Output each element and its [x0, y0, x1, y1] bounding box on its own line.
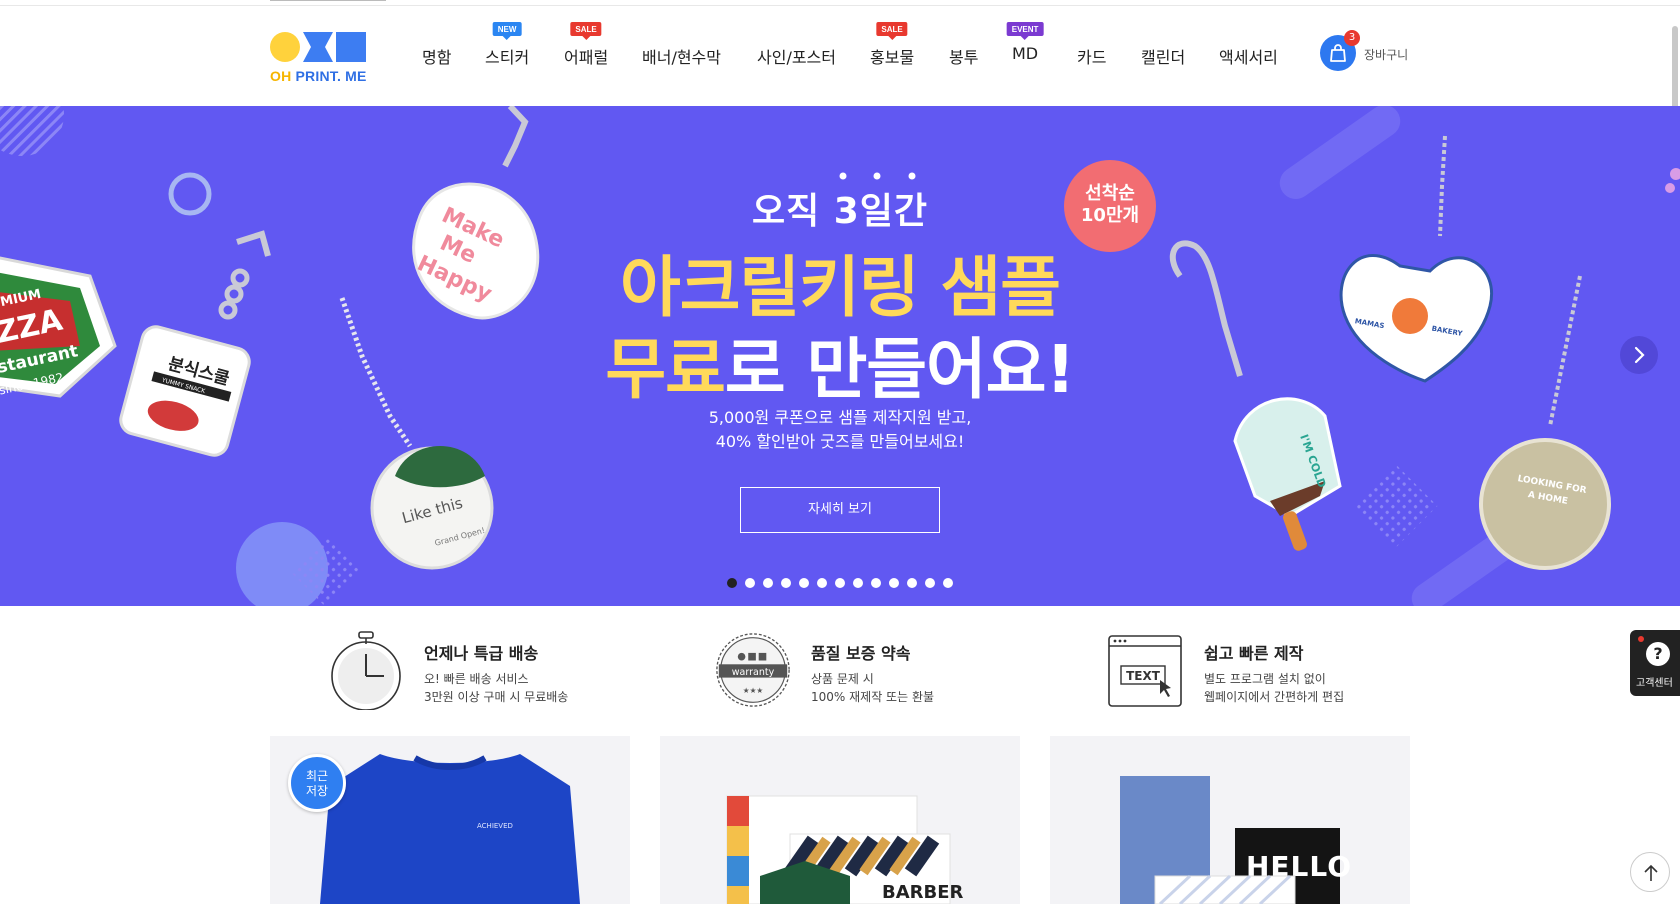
ohprintme-logo[interactable]: OH PRINT. ME	[270, 26, 378, 86]
nav-item-sign-poster[interactable]: 사인/포스터	[757, 44, 836, 68]
slide-dot[interactable]	[871, 578, 881, 588]
arrow-up-icon	[1644, 864, 1658, 881]
slide-dot[interactable]	[817, 578, 827, 588]
business-cards-image: BARBER	[726, 795, 964, 904]
logo-circle-shape	[270, 32, 300, 62]
cart-label: 장바구니	[1364, 48, 1409, 62]
slide-dot[interactable]	[925, 578, 935, 588]
site-header: OH PRINT. ME 명함 NEW 스티커 SALE 어패럴 배너/현수막 …	[0, 6, 1680, 106]
feature-quality-guarantee: warranty ★★★ 품질 보증 약속 상품 문제 시 100% 재제작 또…	[715, 630, 1015, 710]
stopwatch-icon	[331, 631, 401, 710]
hero-description-line1: 5,000원 쿠폰으로 샘플 제작지원 받고,	[708, 408, 972, 427]
slide-dot[interactable]	[745, 578, 755, 588]
feature-line1: 오! 빠른 배송 서비스	[424, 672, 529, 686]
hero-title-rest: 로 만들어요!	[724, 331, 1076, 408]
notification-dot	[1638, 636, 1644, 642]
slide-dot[interactable]	[943, 578, 953, 588]
nav-item-banner[interactable]: 배너/현수막	[642, 44, 721, 68]
feature-title: 언제나 특급 배송	[424, 644, 539, 663]
paper-samples-image: HELLO	[1120, 776, 1351, 904]
slide-dot[interactable]	[799, 578, 809, 588]
svg-text:BARBER: BARBER	[882, 882, 964, 903]
slide-dot[interactable]	[781, 578, 791, 588]
product-card-paper[interactable]: HELLO	[1050, 736, 1410, 904]
next-slide-button[interactable]	[1620, 336, 1658, 374]
slide-dot[interactable]	[889, 578, 899, 588]
feature-easy-editing: TEXT 쉽고 빠른 제작 별도 프로그램 설치 없이 웹페이지에서 간편하게 …	[1108, 630, 1408, 710]
slide-dot[interactable]	[835, 578, 845, 588]
feature-line2: 웹페이지에서 간편하게 편집	[1204, 690, 1345, 704]
hero-description: 5,000원 쿠폰으로 샘플 제작지원 받고, 40% 할인받아 굿즈를 만들어…	[0, 406, 1680, 454]
hero-description-line2: 40% 할인받아 굿즈를 만들어보세요!	[715, 432, 965, 451]
svg-text:warranty: warranty	[732, 667, 775, 678]
customer-center-label: 고객센터	[1636, 678, 1673, 689]
feature-express-delivery: 언제나 특급 배송 오! 빠른 배송 서비스 3만원 이상 구매 시 무료배송	[328, 630, 628, 710]
nav-item-namecard[interactable]: 명함	[422, 44, 451, 68]
svg-text:TEXT: TEXT	[1126, 669, 1161, 683]
nav-item-accessory[interactable]: 액세서리	[1219, 44, 1278, 68]
nav-item-envelope[interactable]: 봉투	[949, 44, 978, 68]
help-icon: ?	[1646, 642, 1670, 666]
recent-saved-badge: 최근 저장	[288, 754, 346, 812]
feature-title: 쉽고 빠른 제작	[1204, 644, 1304, 663]
sale-badge: SALE	[570, 22, 602, 40]
slide-dot[interactable]	[763, 578, 773, 588]
hero-subtitle: 오직 3일간	[751, 191, 929, 232]
cart-count-badge: 3	[1344, 30, 1360, 46]
feature-title: 품질 보증 약속	[811, 644, 911, 663]
logo-text: OH PRINT. ME	[270, 68, 367, 84]
svg-text:ACHIEVED: ACHIEVED	[477, 822, 513, 830]
page: OH PRINT. ME 명함 NEW 스티커 SALE 어패럴 배너/현수막 …	[0, 0, 1680, 904]
sale-badge: SALE	[876, 22, 908, 40]
new-badge: NEW	[492, 22, 522, 40]
slide-dot[interactable]	[727, 578, 737, 588]
first-come-promo-badge: 선착순 10만개	[1064, 160, 1156, 252]
nav-item-sticker[interactable]: NEW 스티커	[485, 22, 529, 68]
feature-line1: 상품 문제 시	[811, 672, 874, 686]
slide-dot[interactable]	[853, 578, 863, 588]
feature-line1: 별도 프로그램 설치 없이	[1204, 672, 1326, 686]
slide-dot[interactable]	[907, 578, 917, 588]
scroll-to-top-button[interactable]	[1630, 852, 1670, 892]
logo-hourglass-shape	[303, 32, 333, 62]
hero-title-line2: 무료로 만들어요!	[0, 316, 1680, 412]
text-editor-icon: TEXT	[1108, 635, 1182, 707]
feature-line2: 3만원 이상 구매 시 무료배송	[424, 690, 569, 704]
feature-line2: 100% 재제작 또는 환불	[811, 690, 935, 704]
chevron-right-icon	[1634, 346, 1645, 364]
nav-item-md[interactable]: EVENT MD	[1006, 22, 1044, 63]
product-card-apparel[interactable]: ACHIEVED 최근 저장	[270, 736, 630, 904]
svg-text:★★★: ★★★	[743, 686, 764, 695]
logo-square-shape	[336, 32, 366, 62]
event-badge: EVENT	[1006, 22, 1044, 40]
nav-item-promo[interactable]: SALE 홍보물	[870, 22, 914, 68]
customer-center-button[interactable]: ? 고객센터	[1630, 630, 1680, 696]
nav-item-apparel[interactable]: SALE 어패럴	[564, 22, 608, 68]
warranty-seal-icon: warranty ★★★	[716, 633, 790, 707]
hero-banner: MIUM ZZA staurant since 1982 분식스쿨 YUMMY …	[0, 106, 1680, 606]
product-card-business-card[interactable]: BARBER	[660, 736, 1020, 904]
view-details-button[interactable]: 자세히 보기	[740, 487, 940, 533]
nav-item-card[interactable]: 카드	[1077, 44, 1106, 68]
hero-title-highlight: 무료	[605, 331, 725, 408]
nav-item-calendar[interactable]: 캘린더	[1141, 44, 1185, 68]
striped-circle-shape	[0, 106, 64, 156]
